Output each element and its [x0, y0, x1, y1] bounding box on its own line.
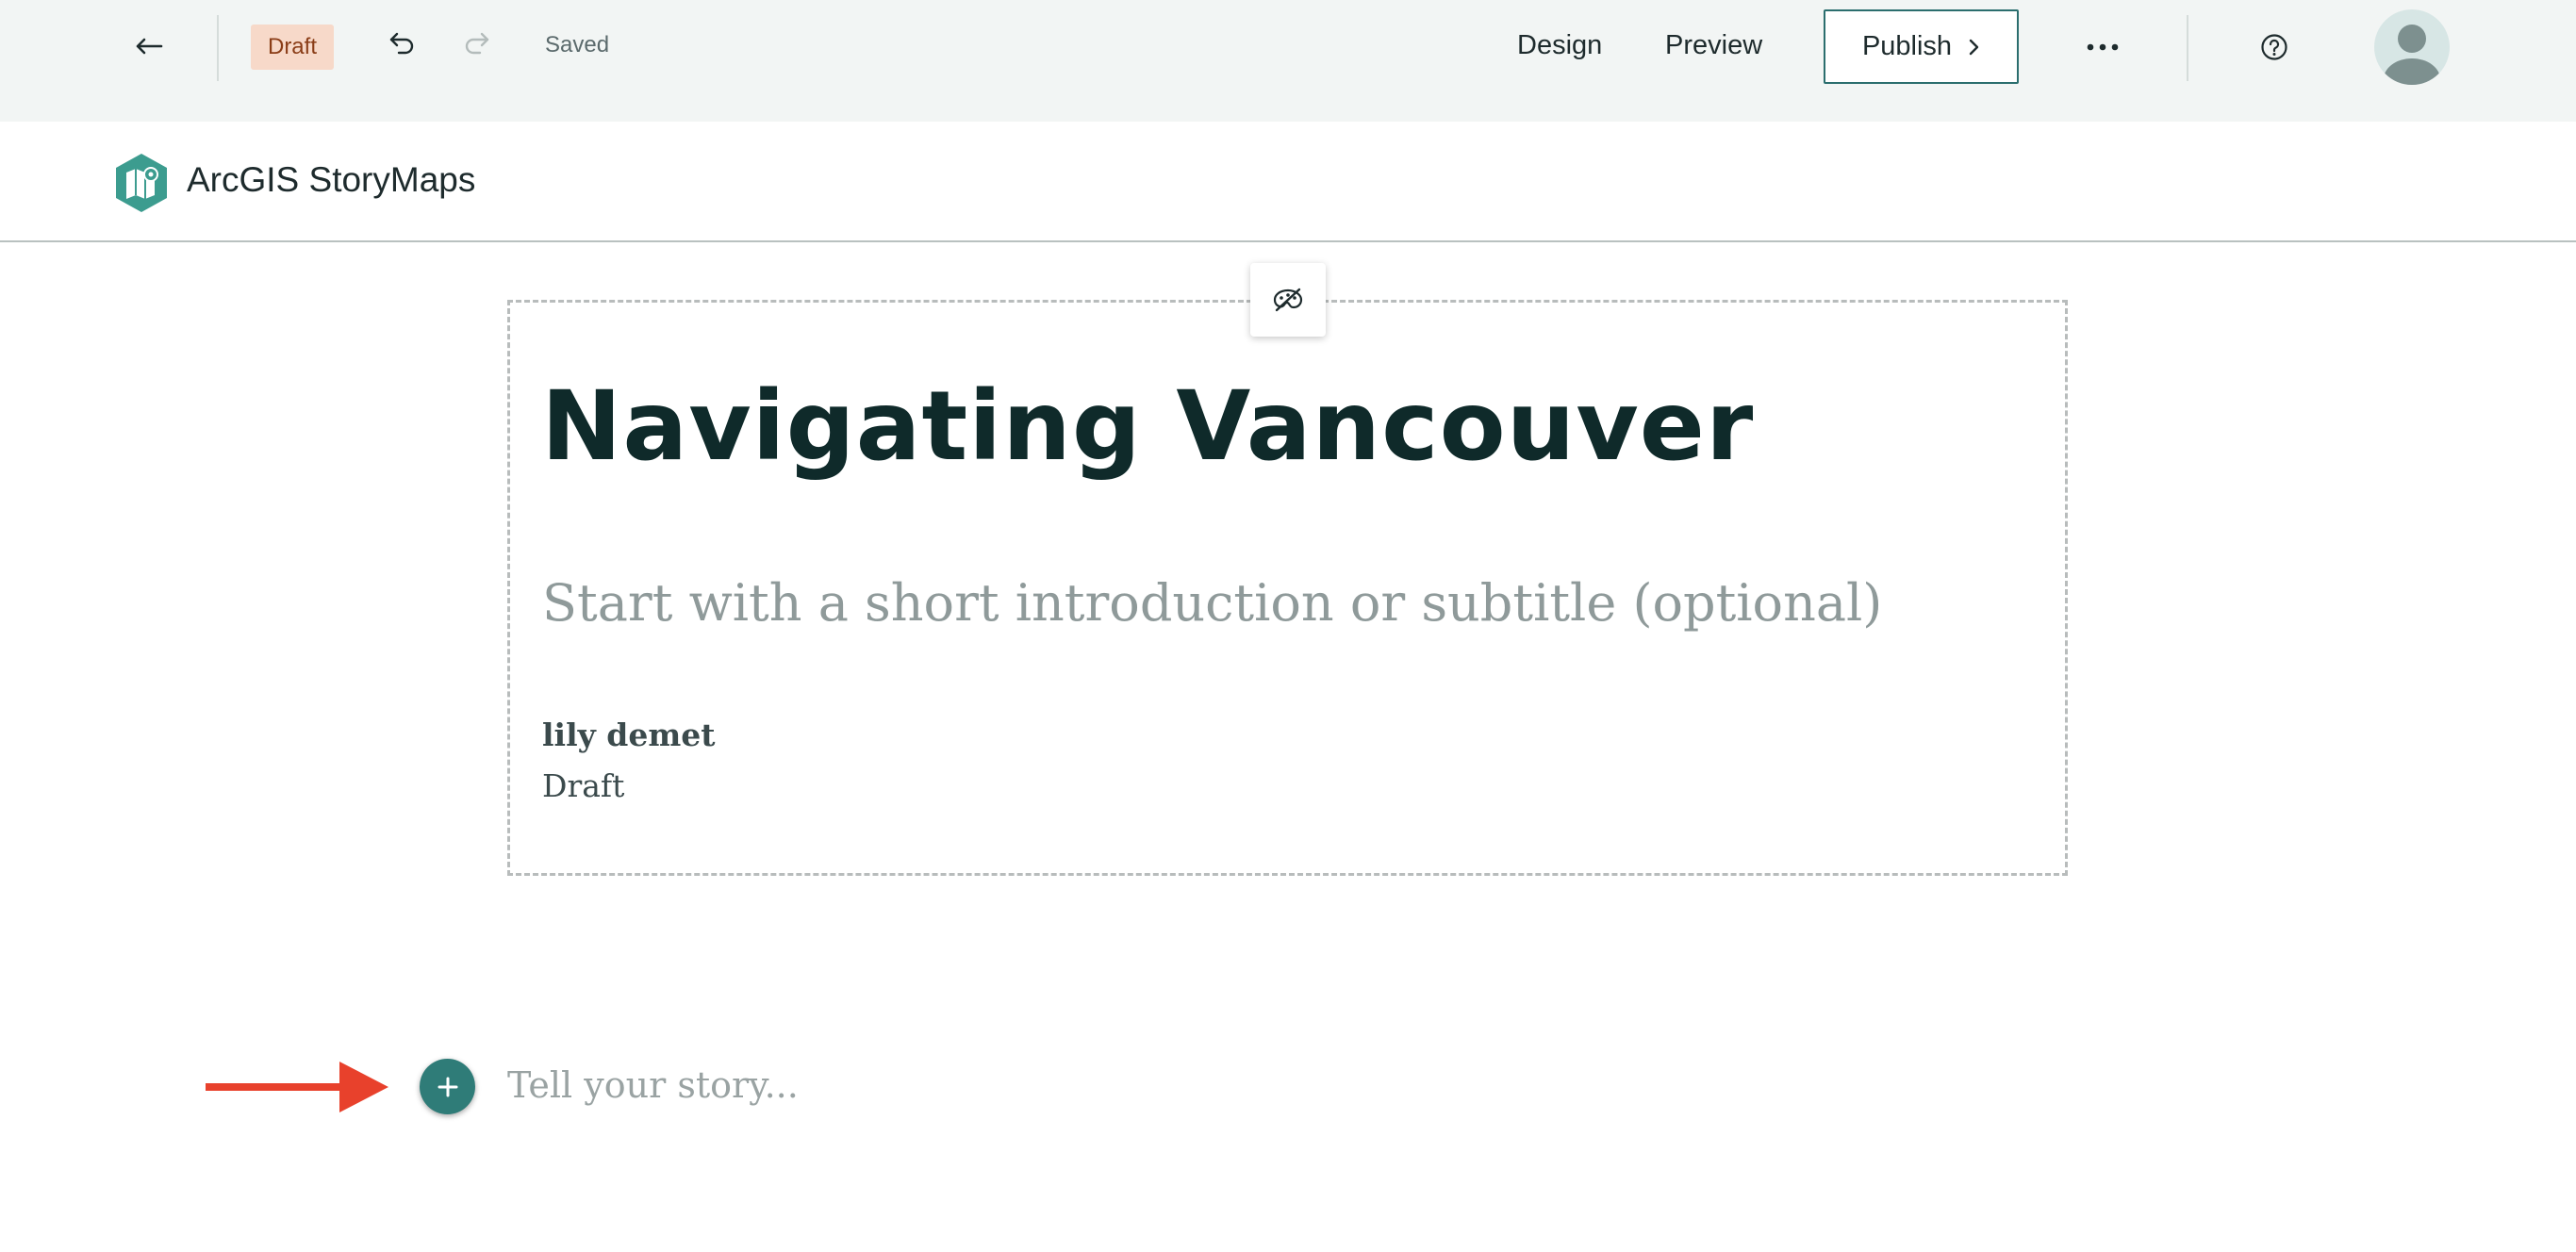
- story-author: lily demet: [542, 717, 716, 753]
- user-avatar-icon: [2384, 25, 2440, 85]
- back-button[interactable]: [128, 25, 170, 67]
- design-button[interactable]: Design: [1517, 26, 1602, 64]
- publish-button[interactable]: Publish: [1824, 9, 2019, 84]
- palette-hidden-icon: [1273, 288, 1303, 312]
- story-title[interactable]: Navigating Vancouver: [541, 371, 1754, 483]
- brand-name: ArcGIS StoryMaps: [187, 160, 476, 199]
- undo-button[interactable]: [381, 25, 422, 66]
- redo-button[interactable]: [456, 25, 498, 66]
- preview-button[interactable]: Preview: [1665, 26, 1762, 64]
- editor-toolbar: Draft Saved Design Preview Publish: [0, 0, 2576, 122]
- storymaps-logo-icon: [116, 154, 167, 212]
- plus-icon: [438, 1077, 457, 1096]
- more-options-button[interactable]: [2082, 26, 2123, 68]
- red-arrow-icon: [206, 1062, 388, 1112]
- redo-icon: [465, 32, 489, 55]
- help-icon: [2261, 34, 2287, 60]
- story-status: Draft: [542, 767, 625, 804]
- brand-header: ArcGIS StoryMaps: [0, 122, 2576, 242]
- publish-label: Publish: [1861, 31, 1953, 61]
- arrow-left-icon: [136, 38, 163, 55]
- chevron-right-icon: [1969, 39, 1979, 55]
- save-status-text: Saved: [545, 32, 610, 58]
- add-block-button[interactable]: [420, 1059, 475, 1114]
- help-button[interactable]: [2254, 26, 2295, 68]
- ellipsis-icon: [2087, 43, 2119, 51]
- draft-status-badge: Draft: [251, 25, 334, 70]
- user-avatar[interactable]: [2374, 9, 2450, 85]
- toolbar-divider: [217, 15, 219, 81]
- story-subtitle-input[interactable]: Start with a short introduction or subti…: [542, 573, 1882, 633]
- cover-design-toggle-button[interactable]: [1250, 263, 1326, 337]
- story-body-input[interactable]: Tell your story...: [507, 1064, 799, 1106]
- undo-icon: [389, 32, 414, 55]
- toolbar-divider: [2187, 15, 2188, 81]
